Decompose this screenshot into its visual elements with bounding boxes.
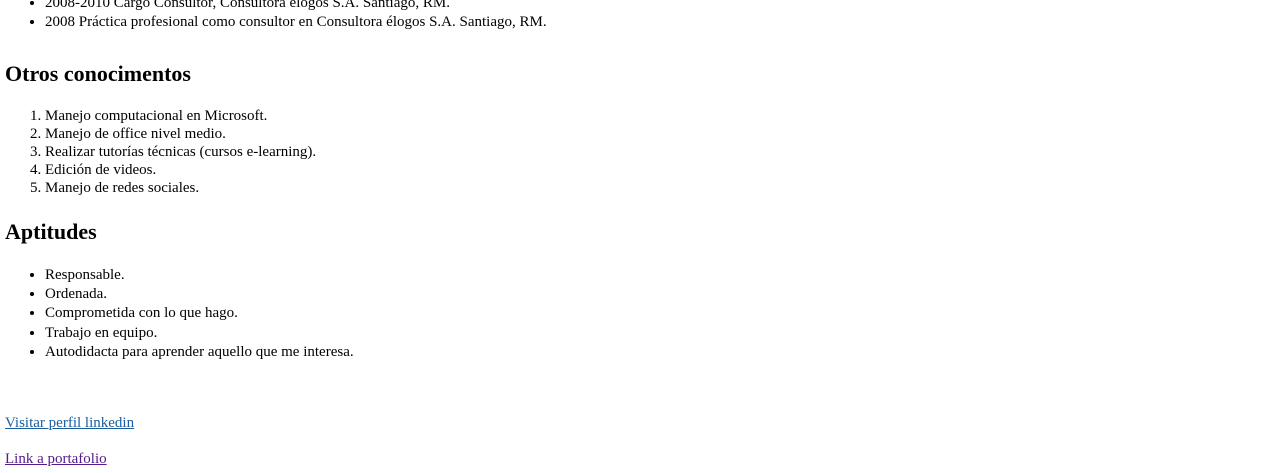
list-item: Autodidacta para aprender aquello que me…	[45, 343, 354, 362]
list-item: Responsable.	[45, 266, 354, 285]
list-item: Ordenada.	[45, 285, 354, 304]
list-item: Edición de videos.	[45, 161, 316, 179]
otros-conocimientos-list: Manejo computacional en Microsoft. Manej…	[5, 107, 316, 197]
portfolio-link[interactable]: Link a portafolio	[5, 450, 107, 468]
list-item: Manejo de office nivel medio.	[45, 125, 316, 143]
experience-list: 2008-2010 Cargo Consultor, Consultora él…	[5, 0, 547, 32]
list-item: Realizar tutorías técnicas (cursos e-lea…	[45, 143, 316, 161]
list-item: Trabajo en equipo.	[45, 324, 354, 343]
aptitudes-list: Responsable. Ordenada. Comprometida con …	[5, 266, 354, 362]
section-heading-aptitudes: Aptitudes	[5, 219, 97, 244]
list-item: Manejo computacional en Microsoft.	[45, 107, 316, 125]
list-item: Manejo de redes sociales.	[45, 179, 316, 197]
list-item: 2008 Práctica profesional como consultor…	[45, 13, 547, 32]
list-item: 2008-2010 Cargo Consultor, Consultora él…	[45, 0, 547, 13]
list-item: Comprometida con lo que hago.	[45, 304, 354, 323]
section-heading-otros: Otros conocimentos	[5, 61, 191, 86]
linkedin-link[interactable]: Visitar perfil linkedin	[5, 414, 134, 432]
